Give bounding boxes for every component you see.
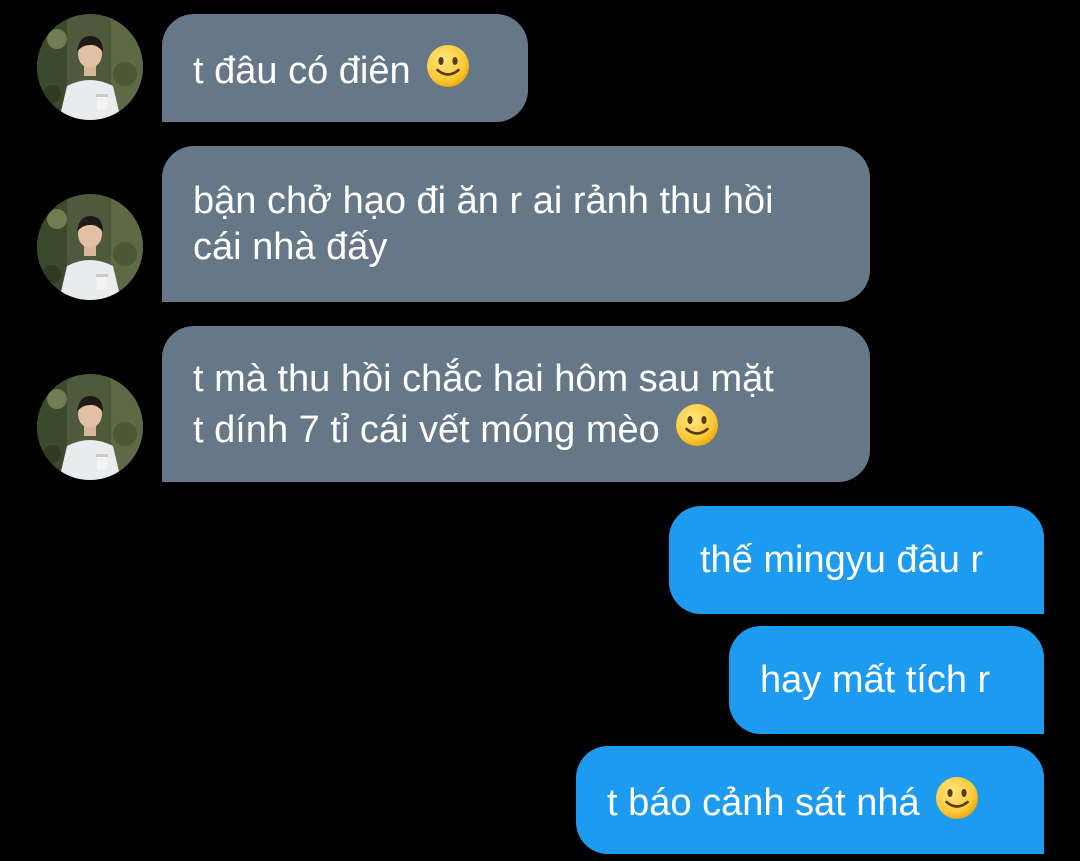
outgoing-message-bubble[interactable]: hay mất tích r	[729, 626, 1044, 734]
slightly-smiling-face-icon	[674, 402, 720, 448]
outgoing-message-bubble[interactable]: t báo cảnh sát nhá	[576, 746, 1044, 854]
contact-avatar[interactable]	[37, 14, 143, 120]
message-text-line: t mà thu hồi chắc hai hôm sau mặt	[193, 357, 774, 400]
message-text-line: cái nhà đấy	[193, 226, 388, 268]
contact-avatar[interactable]	[37, 374, 143, 480]
incoming-message-bubble[interactable]: t đâu có điên	[162, 14, 528, 122]
message-text-line: bận chở hạo đi ăn r ai rảnh thu hồi	[193, 180, 774, 222]
message-text: t dính 7 tỉ cái vết móng mèo	[193, 408, 660, 451]
slightly-smiling-face-icon	[934, 775, 980, 821]
incoming-message-bubble[interactable]: t mà thu hồi chắc hai hôm sau mặt t dính…	[162, 326, 870, 482]
message-text-line: t đâu có điên	[193, 43, 496, 94]
message-text-line: t dính 7 tỉ cái vết móng mèo	[193, 402, 838, 453]
slightly-smiling-face-icon	[425, 43, 471, 89]
outgoing-message-bubble[interactable]: thế mingyu đâu r	[669, 506, 1044, 614]
message-text-line: t báo cảnh sát nhá	[607, 775, 1012, 826]
message-text-line: thế mingyu đâu r	[700, 539, 984, 581]
message-text: t đâu có điên	[193, 49, 411, 92]
message-text-line: hay mất tích r	[760, 659, 991, 701]
contact-avatar[interactable]	[37, 194, 143, 300]
message-text: t báo cảnh sát nhá	[607, 781, 920, 824]
incoming-message-bubble[interactable]: bận chở hạo đi ăn r ai rảnh thu hồi cái …	[162, 146, 870, 302]
